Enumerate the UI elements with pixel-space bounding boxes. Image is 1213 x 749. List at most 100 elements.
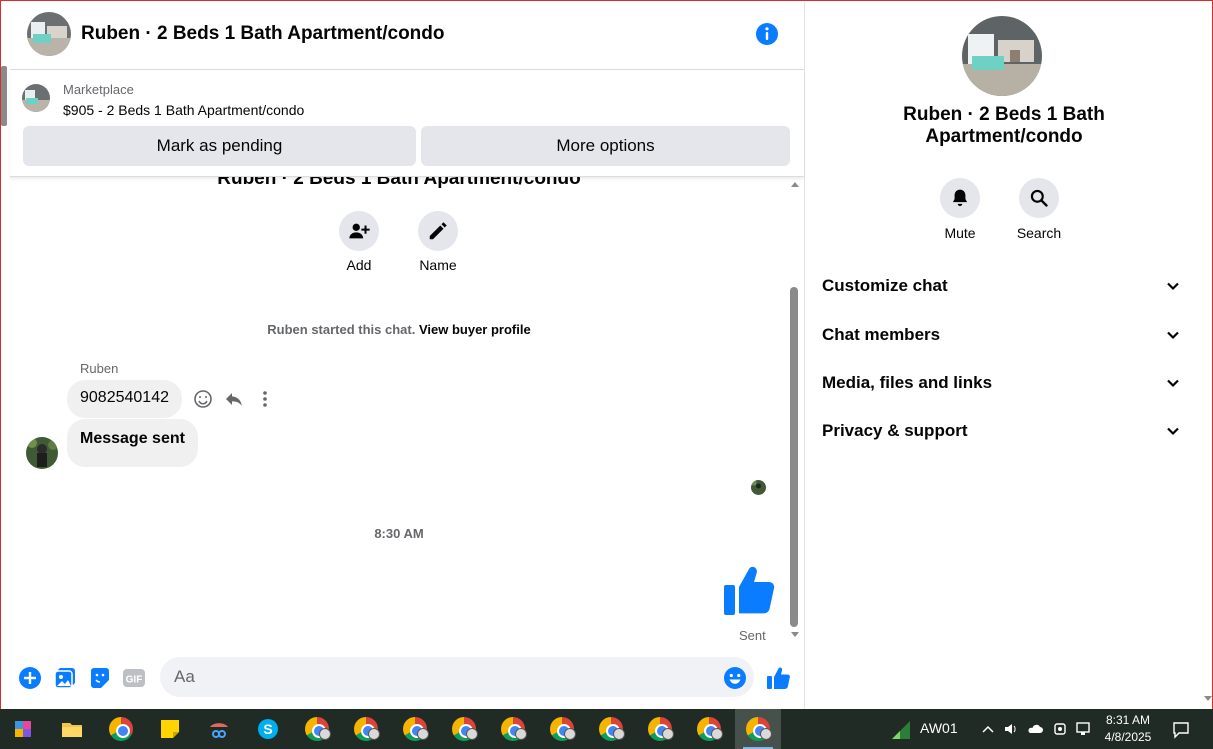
- network-label[interactable]: AW01: [920, 720, 958, 736]
- marketplace-label: Marketplace: [63, 82, 134, 97]
- name-chat-button[interactable]: Name: [398, 211, 478, 273]
- seen-by-avatar: [751, 480, 766, 495]
- bell-icon: [952, 189, 968, 207]
- taskbar-copilot[interactable]: [0, 709, 46, 749]
- conversation-avatar[interactable]: [962, 16, 1042, 96]
- message-bubble[interactable]: 9082540142: [67, 380, 182, 418]
- sender-name: Ruben: [80, 361, 119, 376]
- chevron-down-icon: [1167, 379, 1179, 388]
- profile-badge-icon: [319, 728, 331, 740]
- gif-icon[interactable]: GIF: [122, 666, 146, 690]
- taskbar-chrome-profile[interactable]: [294, 709, 340, 749]
- chat-title[interactable]: Ruben · 2 Beds 1 Bath Apartment/condo: [81, 23, 445, 45]
- taskbar-chrome[interactable]: [98, 709, 144, 749]
- thread-title: Ruben · 2 Beds 1 Bath Apartment/condo: [217, 177, 581, 189]
- folder-icon: [62, 723, 82, 737]
- sender-avatar[interactable]: [26, 437, 58, 469]
- profile-badge-icon: [368, 728, 380, 740]
- sticker-icon[interactable]: [88, 666, 112, 690]
- page-scrollbar[interactable]: [1202, 2, 1213, 710]
- taskbar-chrome-active[interactable]: [735, 709, 781, 749]
- taskbar-chrome-profile[interactable]: [637, 709, 683, 749]
- taskbar-chrome-profile[interactable]: [441, 709, 487, 749]
- name-label: Name: [419, 257, 457, 273]
- taskbar-sticky-notes[interactable]: [147, 709, 193, 749]
- copilot-icon: [15, 721, 31, 737]
- taskbar-snipping-tool[interactable]: [196, 709, 242, 749]
- thread-scrollbar[interactable]: [788, 177, 802, 647]
- reply-icon[interactable]: [224, 389, 244, 409]
- chat-header: Ruben · 2 Beds 1 Bath Apartment/condo: [10, 2, 804, 70]
- listing-thumbnail[interactable]: [22, 84, 50, 112]
- view-buyer-profile-link[interactable]: View buyer profile: [419, 322, 531, 337]
- scroll-thumb[interactable]: [790, 287, 798, 627]
- add-label: Add: [346, 257, 372, 273]
- info-icon[interactable]: [755, 22, 779, 46]
- chevron-up-icon[interactable]: [980, 721, 996, 737]
- snipping-tool-icon: [210, 723, 228, 738]
- taskbar-chrome-profile[interactable]: [588, 709, 634, 749]
- plus-circle-icon[interactable]: [18, 666, 42, 690]
- section-label: Media, files and links: [822, 373, 993, 392]
- send-like-icon[interactable]: [766, 665, 792, 691]
- mute-label: Mute: [944, 225, 976, 241]
- section-label: Privacy & support: [822, 421, 968, 440]
- page-scroll-down-arrow[interactable]: [1204, 696, 1212, 701]
- profile-badge-icon: [515, 728, 527, 740]
- listing-price-title[interactable]: $905 - 2 Beds 1 Bath Apartment/condo: [63, 102, 304, 118]
- browser-window: Ruben · 2 Beds 1 Bath Apartment/condo Ma…: [0, 0, 1213, 710]
- mark-as-pending-button[interactable]: Mark as pending: [23, 126, 416, 166]
- add-people-button[interactable]: Add: [319, 211, 399, 273]
- network-bars-icon[interactable]: [890, 719, 912, 741]
- more-options-button[interactable]: More options: [421, 126, 790, 166]
- notification-icon[interactable]: [1172, 721, 1190, 739]
- skype-icon: S: [258, 719, 278, 739]
- started-text: Ruben started this chat.: [267, 322, 419, 337]
- section-chat-members[interactable]: Chat members: [813, 315, 1183, 355]
- section-label: Chat members: [822, 325, 941, 344]
- taskbar-file-explorer[interactable]: [49, 709, 95, 749]
- more-vertical-icon[interactable]: [255, 389, 275, 409]
- profile-badge-icon: [662, 728, 674, 740]
- profile-badge-icon: [613, 728, 625, 740]
- meet-icon[interactable]: [1052, 721, 1068, 737]
- svg-text:S: S: [263, 721, 272, 737]
- pencil-icon: [429, 222, 447, 240]
- search-icon: [1030, 189, 1048, 207]
- chevron-down-icon: [1167, 427, 1179, 436]
- section-privacy-support[interactable]: Privacy & support: [813, 411, 1183, 451]
- clock[interactable]: 8:31 AM 4/8/2025: [1100, 712, 1156, 746]
- message-input[interactable]: [160, 657, 754, 697]
- profile-badge-icon: [466, 728, 478, 740]
- scroll-up-arrow[interactable]: [791, 182, 799, 187]
- taskbar-chrome-profile[interactable]: [539, 709, 585, 749]
- profile-badge-icon: [760, 728, 772, 740]
- sent-status: Sent: [739, 628, 766, 643]
- taskbar-chrome-profile[interactable]: [490, 709, 536, 749]
- conversation-title: Ruben · 2 Beds 1 Bath Apartment/condo: [903, 104, 1105, 147]
- chat-avatar[interactable]: [27, 12, 71, 56]
- section-customize-chat[interactable]: Customize chat: [813, 266, 1183, 306]
- profile-badge-icon: [417, 728, 429, 740]
- message-bubble[interactable]: Message sent: [67, 419, 198, 467]
- ethernet-icon[interactable]: [1075, 721, 1091, 737]
- chevron-down-icon: [1167, 282, 1179, 291]
- chat-started-notice: Ruben started this chat. View buyer prof…: [10, 322, 788, 337]
- taskbar-chrome-profile[interactable]: [343, 709, 389, 749]
- onedrive-icon[interactable]: [1027, 721, 1043, 737]
- emoji-icon[interactable]: [723, 666, 747, 690]
- thumbs-up-icon[interactable]: [722, 563, 778, 619]
- scroll-down-arrow[interactable]: [791, 632, 799, 637]
- photo-icon[interactable]: [53, 666, 77, 690]
- taskbar-skype[interactable]: S: [245, 709, 291, 749]
- taskbar-chrome-profile[interactable]: [392, 709, 438, 749]
- taskbar-chrome-profile[interactable]: [686, 709, 732, 749]
- volume-icon[interactable]: [1003, 721, 1019, 737]
- message-composer: GIF: [10, 652, 804, 704]
- chat-panel: Ruben · 2 Beds 1 Bath Apartment/condo Ma…: [10, 2, 804, 710]
- react-emoji-icon[interactable]: [193, 389, 213, 409]
- search-in-conversation-button[interactable]: Search: [999, 178, 1079, 241]
- mute-button[interactable]: Mute: [920, 178, 1000, 241]
- section-media-files-links[interactable]: Media, files and links: [813, 363, 1183, 403]
- message-thread: Ruben · 2 Beds 1 Bath Apartment/condo Ad…: [10, 177, 804, 647]
